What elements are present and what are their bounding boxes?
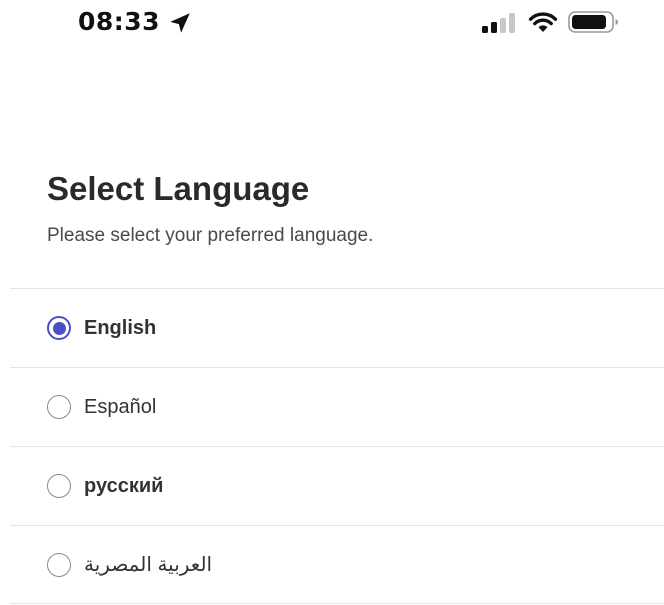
radio-button[interactable] (47, 552, 71, 577)
language-label: English (84, 316, 157, 339)
language-option-egyptian-arabic[interactable]: العربية المصرية (10, 525, 664, 604)
status-bar: 08:33 (0, 0, 664, 48)
radio-selected-dot (52, 321, 66, 335)
page-title: Select Language (47, 170, 310, 207)
cellular-signal-icon (482, 13, 515, 33)
language-option-russian[interactable]: русский (10, 446, 664, 525)
page-subtitle: Please select your preferred language. (47, 225, 374, 246)
language-label: العربية المصرية (84, 554, 213, 576)
header: Select Language Please select your prefe… (47, 168, 373, 248)
language-list: English Español русский العربية المصرية (10, 288, 664, 604)
battery-icon (568, 11, 618, 33)
language-option-spanish[interactable]: Español (10, 367, 664, 446)
radio-button[interactable] (47, 395, 71, 419)
wifi-icon (528, 12, 558, 32)
location-arrow-icon (170, 13, 190, 33)
language-label: Español (84, 395, 157, 418)
radio-button[interactable] (47, 474, 71, 498)
language-option-english[interactable]: English (10, 288, 664, 367)
status-time: 08:33 (78, 7, 161, 36)
radio-button[interactable] (47, 316, 71, 340)
language-label: русский (84, 474, 164, 497)
